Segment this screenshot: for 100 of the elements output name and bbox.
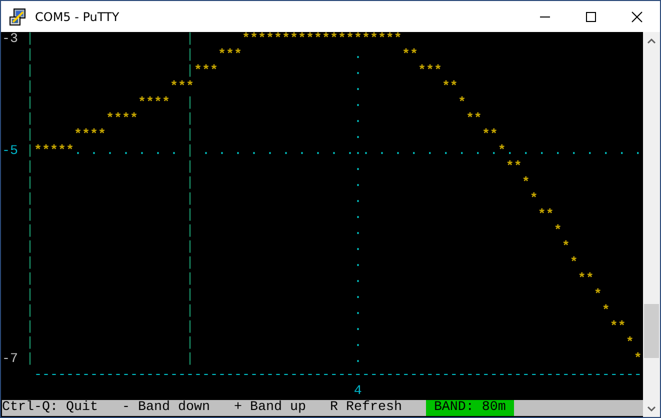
key-hint: - Band down — [122, 400, 210, 416]
axis-dash: | — [26, 256, 34, 272]
grid-dots: . — [354, 288, 362, 304]
grid-dots: . — [354, 96, 362, 112]
axis-dash: | — [186, 256, 194, 272]
maximize-icon — [585, 10, 597, 22]
axis-label: -3 — [2, 32, 18, 48]
grid-dots: . — [354, 64, 362, 80]
grid-dots: . — [354, 352, 362, 368]
axis-dash: | — [186, 64, 194, 80]
computer-icon — [9, 8, 27, 26]
chevron-up-icon — [647, 38, 656, 44]
grid-dots: . — [354, 224, 362, 240]
plot-points: ** — [610, 320, 626, 336]
grid-dots: . — [354, 80, 362, 96]
axis-dash: | — [186, 96, 194, 112]
grid-dots: . — [354, 304, 362, 320]
axis-dash: | — [26, 288, 34, 304]
grid-dots: . — [354, 240, 362, 256]
axis-dash: | — [186, 272, 194, 288]
plot-points: * — [562, 240, 570, 256]
axis-dash: | — [26, 208, 34, 224]
grid-dots: . — [354, 256, 362, 272]
scroll-thumb[interactable] — [644, 304, 659, 358]
grid-dots: . . . . . . . . . — [506, 144, 642, 160]
plot-points: * — [570, 256, 578, 272]
grid-dots: . — [354, 272, 362, 288]
axis-dash: | — [26, 192, 34, 208]
axis-dash: | — [186, 176, 194, 192]
axis-dash: | — [26, 48, 34, 64]
axis-dash: | — [186, 144, 194, 160]
scrollbar[interactable] — [643, 32, 660, 417]
axis-dash: | — [186, 224, 194, 240]
key-hint: R Refresh — [330, 400, 402, 416]
axis-dash: | — [186, 336, 194, 352]
plot-points: *** — [218, 48, 242, 64]
axis-label: 4 — [354, 384, 362, 400]
axis-dash: | — [26, 32, 34, 48]
axis-dash: | — [186, 304, 194, 320]
axis-dash: | — [26, 320, 34, 336]
window-title: COM5 - PuTTY — [35, 10, 120, 24]
axis-dash: | — [186, 112, 194, 128]
plot-points: *** — [170, 80, 194, 96]
axis-dash: | — [26, 128, 34, 144]
axis-dash: | — [26, 176, 34, 192]
grid-dots: . . . . . . . — [74, 144, 178, 160]
grid-dots: . — [354, 160, 362, 176]
plot-points: ** — [442, 80, 458, 96]
grid-dots: . — [354, 112, 362, 128]
plot-points: * — [530, 192, 538, 208]
plot-points: ** — [482, 128, 498, 144]
axis-dash: | — [186, 160, 194, 176]
plot-points: * — [602, 304, 610, 320]
axis-dash: | — [186, 48, 194, 64]
chevron-down-icon — [647, 406, 656, 412]
grid-dots: . — [354, 176, 362, 192]
axis-dash: | — [186, 240, 194, 256]
plot-points: * — [498, 144, 506, 160]
axis-dash: | — [26, 80, 34, 96]
grid-dots: . — [354, 48, 362, 64]
grid-dots: . . . . . . . . . ... . . . . . . . . — [202, 144, 498, 160]
plot-points: *** — [194, 64, 218, 80]
axis-dash: | — [26, 224, 34, 240]
axis-dash: | — [186, 208, 194, 224]
grid-dots: . — [354, 320, 362, 336]
plot-points: ** — [402, 48, 418, 64]
axis-dash: | — [186, 288, 194, 304]
axis-dash: | — [26, 96, 34, 112]
plot-points: * — [594, 288, 602, 304]
axis-dash: | — [26, 112, 34, 128]
close-icon — [631, 10, 643, 22]
axis-dash: | — [26, 272, 34, 288]
key-hint: Ctrl-Q: Quit — [2, 400, 98, 416]
plot-points: * — [522, 176, 530, 192]
axis-dash: | — [186, 128, 194, 144]
axis-dash: | — [186, 192, 194, 208]
plot-points: **** — [138, 96, 170, 112]
axis-dash: | — [26, 304, 34, 320]
axis-dash: | — [26, 144, 34, 160]
plot-points: * — [554, 224, 562, 240]
plot-points: ** — [506, 160, 522, 176]
key-hint: + Band up — [234, 400, 306, 416]
plot-points: ***** — [34, 144, 74, 160]
plot-points: ** — [538, 208, 554, 224]
plot-points: * — [458, 96, 466, 112]
grid-dots: . — [354, 128, 362, 144]
grid-dots: . — [354, 192, 362, 208]
axis-dash: | — [26, 336, 34, 352]
plot-points: * — [634, 352, 642, 368]
plot-points: ******************** — [242, 32, 402, 48]
axis-dash: | — [26, 64, 34, 80]
axis-dash: | — [26, 352, 34, 368]
axis-dash: | — [186, 32, 194, 48]
plot-points: **** — [74, 128, 106, 144]
axis-dash: | — [26, 160, 34, 176]
grid-dots: . — [354, 336, 362, 352]
plot-points: ** — [466, 112, 482, 128]
axis-dash: | — [26, 240, 34, 256]
axis-dash: | — [186, 320, 194, 336]
plot-points: ** — [578, 272, 594, 288]
